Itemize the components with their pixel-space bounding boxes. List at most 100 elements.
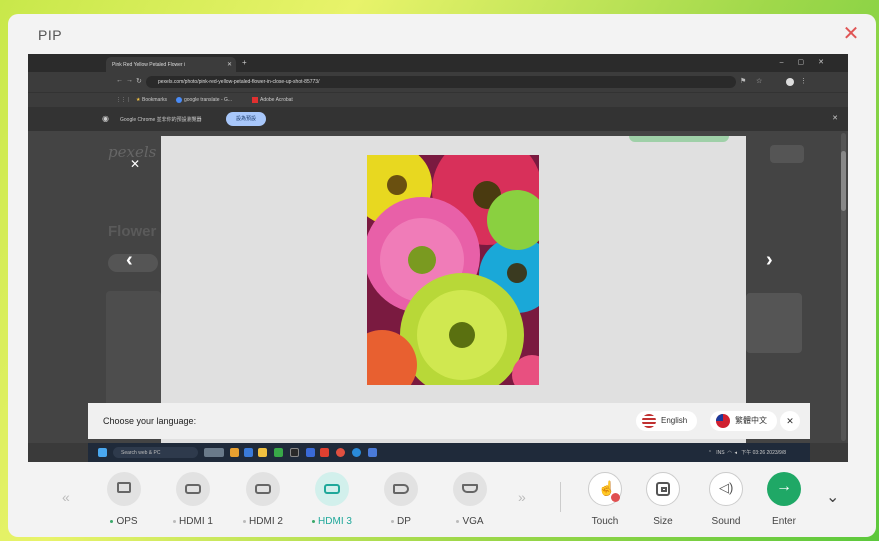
monitor-icon [107, 472, 141, 506]
source-hdmi-3[interactable]: HDMI 3 [302, 472, 362, 532]
browser-tabbar: Pink Red Yellow Petaled Flower i ✕ + –▢✕ [28, 54, 848, 72]
page-header-button[interactable] [770, 145, 804, 163]
browser-tab[interactable]: Pink Red Yellow Petaled Flower i ✕ [106, 57, 236, 72]
photo-thumbnail[interactable] [106, 291, 161, 421]
clock-date: 2023/9/8 [766, 450, 786, 456]
language-prompt: Choose your language: [103, 416, 197, 426]
star-icon[interactable]: ☆ [756, 77, 762, 85]
photo-thumbnail[interactable] [746, 293, 802, 353]
window-controls[interactable]: –▢✕ [780, 58, 838, 66]
touch-button[interactable]: ☝ Touch [575, 472, 635, 532]
source-label: VGA [440, 516, 500, 527]
chevron-up-icon[interactable]: ⌃ [708, 450, 712, 456]
enter-icon: → [767, 472, 801, 506]
chevron-right-double-icon[interactable]: » [518, 489, 526, 505]
set-default-button[interactable]: 設為預設 [226, 112, 266, 126]
scrollbar-thumb[interactable] [841, 151, 846, 211]
source-label: HDMI 3 [302, 516, 362, 527]
folder-icon[interactable] [258, 448, 267, 457]
edge-icon[interactable] [352, 448, 361, 457]
pip-screen[interactable]: Pink Red Yellow Petaled Flower i ✕ + –▢✕… [28, 54, 848, 462]
star-bookmark-icon: ★ [136, 97, 141, 103]
source-label: HDMI 1 [163, 516, 223, 527]
flower-image [367, 155, 539, 385]
app-icon[interactable] [368, 448, 377, 457]
system-tray[interactable]: ⌃ INS ◠ ◂ 下午 03:26 2023/9/8 [708, 449, 786, 456]
apps-icon[interactable]: ⋮⋮ [116, 97, 126, 103]
app-icon[interactable] [320, 448, 329, 457]
touch-icon: ☝ [588, 472, 622, 506]
acrobat-icon [252, 97, 258, 103]
chrome-icon: ◉ [102, 114, 109, 123]
flower-photo[interactable] [367, 155, 539, 385]
control-label: Sound [711, 516, 741, 527]
photo-modal [161, 136, 746, 443]
control-label: Touch [591, 516, 619, 527]
widget-icon[interactable] [204, 448, 224, 457]
us-flag-icon [642, 414, 656, 428]
menu-icon[interactable]: ⋮ [800, 77, 807, 85]
language-english-button[interactable]: English [636, 411, 698, 431]
chevron-right-icon[interactable]: › [766, 249, 773, 272]
source-hdmi-2[interactable]: HDMI 2 [233, 472, 293, 532]
bookmark-item[interactable]: google translate - G... [184, 97, 232, 103]
infobar-text: Google Chrome 並非你的預設瀏覽器 [120, 117, 202, 123]
chrome-taskbar-icon[interactable] [336, 448, 345, 457]
bookmark-item[interactable]: Bookmarks [142, 97, 167, 103]
vga-icon [453, 472, 487, 506]
language-label: English [661, 416, 688, 425]
tw-flag-icon [716, 414, 730, 428]
reload-icon[interactable]: ↻ [136, 77, 142, 85]
google-icon [176, 97, 182, 103]
new-tab-icon[interactable]: + [242, 58, 247, 67]
app-icon[interactable] [244, 448, 253, 457]
close-icon[interactable]: ✕ [840, 23, 862, 45]
page-heading: Flower [108, 223, 157, 240]
control-label: Enter [772, 516, 796, 527]
speaker-icon: ◂ [734, 450, 738, 456]
source-label: OPS [94, 516, 154, 527]
chevron-left-icon[interactable]: « [62, 489, 70, 505]
tab-title: Pink Red Yellow Petaled Flower i [112, 62, 186, 68]
modal-close-icon[interactable]: ✕ [130, 157, 140, 171]
size-button[interactable]: Size [633, 472, 693, 532]
taskbar-search[interactable]: Search web & PC [113, 447, 198, 458]
app-icon[interactable] [274, 448, 283, 457]
app-icon[interactable] [306, 448, 315, 457]
source-label: HDMI 2 [233, 516, 293, 527]
tab-close-icon[interactable]: ✕ [227, 61, 232, 68]
hdmi-icon [315, 472, 349, 506]
default-browser-infobar: ◉ Google Chrome 並非你的預設瀏覽器 設為預設 ✕ [28, 107, 848, 131]
language-bar-close-icon[interactable]: ✕ [780, 411, 800, 431]
dp-icon [384, 472, 418, 506]
hdmi-icon [176, 472, 210, 506]
source-ops[interactable]: OPS [94, 472, 154, 532]
app-icon[interactable] [230, 448, 239, 457]
forward-icon[interactable]: → [126, 77, 133, 84]
enter-button[interactable]: → Enter [754, 472, 814, 532]
source-hdmi-1[interactable]: HDMI 1 [163, 472, 223, 532]
pip-title: PIP [38, 27, 63, 43]
source-dp[interactable]: DP [371, 472, 431, 532]
control-label: Size [653, 516, 673, 527]
pip-header: PIP ✕ [8, 14, 876, 54]
windows-taskbar: Search web & PC ⌃ INS ◠ ◂ 下午 03:26 2023/… [88, 443, 810, 462]
language-chinese-button[interactable]: 繁體中文 [710, 411, 777, 431]
url-field[interactable]: pexels.com/photo/pink-red-yellow-petaled… [146, 76, 736, 88]
back-icon[interactable]: ← [116, 77, 123, 84]
sound-button[interactable]: ◁) Sound [696, 472, 756, 532]
bookmark-item[interactable]: Adobe Acrobat [260, 97, 293, 103]
infobar-close-icon[interactable]: ✕ [832, 114, 838, 122]
profile-avatar[interactable] [786, 78, 794, 86]
chevron-left-icon[interactable]: ‹ [126, 249, 133, 272]
source-vga[interactable]: VGA [440, 472, 500, 532]
download-button[interactable] [629, 136, 729, 142]
windows-start-icon[interactable] [98, 448, 107, 457]
translate-icon[interactable]: ⚑ [740, 77, 746, 85]
chevron-down-icon[interactable]: ⌄ [826, 487, 839, 507]
source-bar: « OPS HDMI 1 HDMI 2 HDMI 3 DP VGA » ☝ To… [8, 462, 876, 537]
divider [560, 482, 561, 512]
filter-chip[interactable] [108, 254, 158, 272]
app-icon[interactable] [290, 448, 299, 457]
input-status: INS [716, 450, 725, 456]
